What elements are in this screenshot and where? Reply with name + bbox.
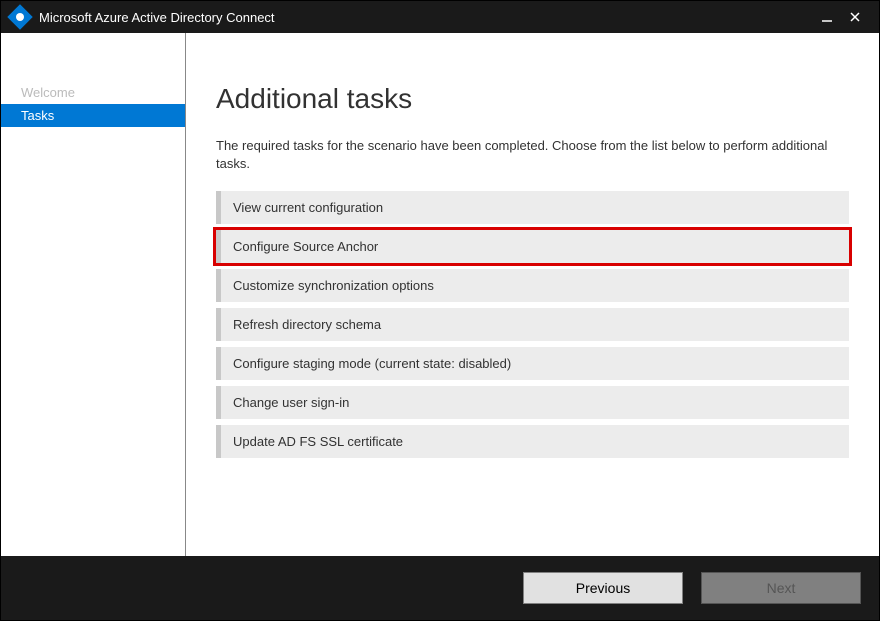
task-label: Refresh directory schema <box>233 317 381 332</box>
task-label: Change user sign-in <box>233 395 349 410</box>
task-update-ad-fs-ssl-certificate[interactable]: Update AD FS SSL certificate <box>216 425 849 458</box>
footer: Previous Next <box>1 556 879 620</box>
window-title: Microsoft Azure Active Directory Connect <box>39 10 813 25</box>
previous-button[interactable]: Previous <box>523 572 683 604</box>
next-button: Next <box>701 572 861 604</box>
task-customize-synchronization-options[interactable]: Customize synchronization options <box>216 269 849 302</box>
sidebar-item-label: Welcome <box>21 85 75 100</box>
close-button[interactable] <box>841 3 869 31</box>
sidebar-item-welcome[interactable]: Welcome <box>1 81 185 104</box>
task-label: Configure staging mode (current state: d… <box>233 356 511 371</box>
page-description: The required tasks for the scenario have… <box>216 137 849 173</box>
sidebar-item-tasks[interactable]: Tasks <box>1 104 185 127</box>
task-label: Configure Source Anchor <box>233 239 378 254</box>
task-label: Customize synchronization options <box>233 278 434 293</box>
body: Welcome Tasks Additional tasks The requi… <box>1 33 879 556</box>
task-label: View current configuration <box>233 200 383 215</box>
task-configure-staging-mode[interactable]: Configure staging mode (current state: d… <box>216 347 849 380</box>
minimize-button[interactable] <box>813 3 841 31</box>
task-view-current-configuration[interactable]: View current configuration <box>216 191 849 224</box>
titlebar: Microsoft Azure Active Directory Connect <box>1 1 879 33</box>
page-title: Additional tasks <box>216 83 849 115</box>
task-label: Update AD FS SSL certificate <box>233 434 403 449</box>
task-list: View current configuration Configure Sou… <box>216 191 849 458</box>
sidebar-item-label: Tasks <box>21 108 54 123</box>
app-logo-icon <box>7 4 32 29</box>
sidebar: Welcome Tasks <box>1 33 186 556</box>
task-refresh-directory-schema[interactable]: Refresh directory schema <box>216 308 849 341</box>
task-change-user-sign-in[interactable]: Change user sign-in <box>216 386 849 419</box>
main-content: Additional tasks The required tasks for … <box>186 33 879 556</box>
task-configure-source-anchor[interactable]: Configure Source Anchor <box>216 230 849 263</box>
